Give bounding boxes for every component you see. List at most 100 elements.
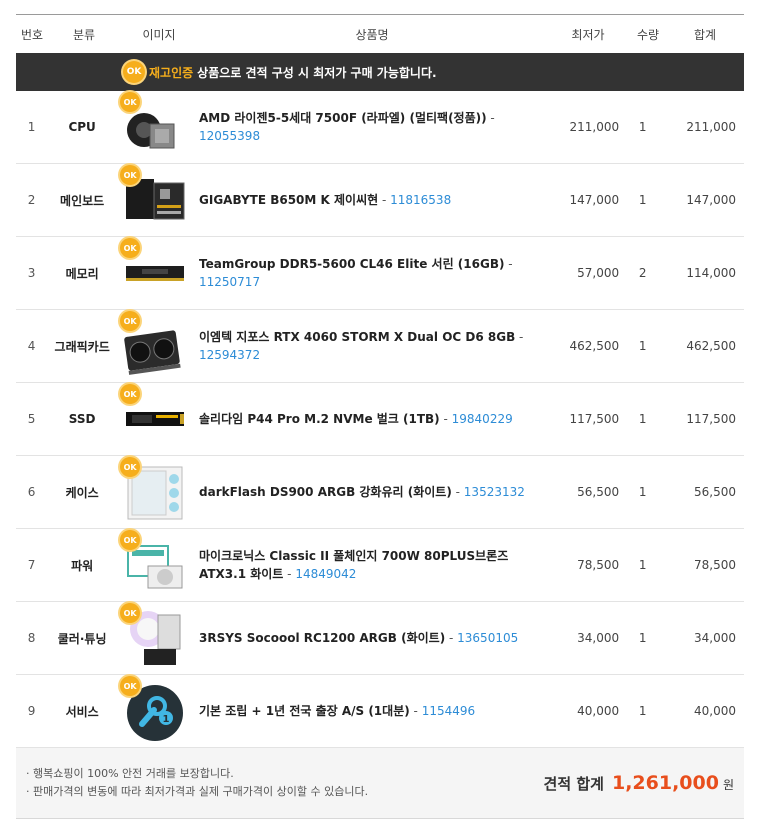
product-code-link[interactable]: 1154496 xyxy=(422,704,475,718)
product-code-link[interactable]: 12594372 xyxy=(199,348,260,362)
row-category: CPU xyxy=(68,120,96,134)
row-lowest-price: 56,500 xyxy=(577,485,620,499)
row-sum: 40,000 xyxy=(694,704,736,718)
product-code-link[interactable]: 12055398 xyxy=(199,129,260,143)
row-image-cell[interactable]: OK xyxy=(117,165,193,231)
footer-notes: · 행복쇼핑이 100% 안전 거래를 보장합니다. · 판매가격의 변동에 따… xyxy=(26,765,368,801)
row-sum: 78,500 xyxy=(694,558,736,572)
row-sum: 34,000 xyxy=(694,631,736,645)
table-row: 2 메인보드 OK GIGABYTE B650M K 제이씨현 - 11816538 1… xyxy=(16,164,744,237)
product-code-link[interactable]: 14849042 xyxy=(295,567,356,581)
code-separator: - xyxy=(283,567,296,581)
row-no: 5 xyxy=(27,412,36,426)
row-no: 8 xyxy=(27,631,36,645)
product-name-link[interactable]: 솔리다임 P44 Pro M.2 NVMe 벌크 (1TB) xyxy=(199,412,440,426)
product-code-link[interactable]: 13650105 xyxy=(457,631,518,645)
cooler-product-icon[interactable]: OK xyxy=(120,603,186,669)
header-category: 분류 xyxy=(72,27,96,42)
row-image-cell[interactable]: OK xyxy=(117,384,193,450)
code-separator: - xyxy=(378,193,391,207)
row-image-cell[interactable]: OK xyxy=(117,92,193,158)
row-lowest-price: 462,500 xyxy=(569,339,620,353)
product-name-link[interactable]: TeamGroup DDR5-5600 CL46 Elite 서린 (16GB) xyxy=(199,257,504,271)
case-product-icon[interactable]: OK xyxy=(120,457,186,523)
product-name-link[interactable]: AMD 라이젠5-5세대 7500F (라파엘) (멀티팩(정품)) xyxy=(199,111,487,125)
total-unit: 원 xyxy=(722,778,734,792)
row-category: 메모리 xyxy=(65,266,99,281)
row-product-name-cell: 이엠텍 지포스 RTX 4060 STORM X Dual OC D6 8GB … xyxy=(193,328,537,364)
row-quantity: 1 xyxy=(638,558,647,572)
banner-text: 상품으로 견적 구성 시 최저가 구매 가능합니다. xyxy=(197,65,437,80)
ok-badge-icon: OK xyxy=(120,92,141,112)
ok-badge-icon: OK xyxy=(123,61,145,83)
row-image-cell[interactable]: OK xyxy=(117,530,193,596)
row-no: 1 xyxy=(27,120,36,134)
product-name-link[interactable]: 이엠텍 지포스 RTX 4060 STORM X Dual OC D6 8GB xyxy=(199,330,515,344)
ok-badge-icon: OK xyxy=(120,676,141,696)
ok-badge-icon: OK xyxy=(120,603,141,623)
graphics-card-product-icon[interactable]: OK xyxy=(120,311,186,377)
row-product-name-cell: 마이크로닉스 Classic II 풀체인지 700W 80PLUS브론즈 AT… xyxy=(193,547,537,583)
product-code-link[interactable]: 11816538 xyxy=(390,193,451,207)
row-lowest-price: 34,000 xyxy=(577,631,620,645)
row-no: 3 xyxy=(27,266,36,280)
row-sum: 147,000 xyxy=(686,193,736,207)
row-lowest-price: 147,000 xyxy=(569,193,620,207)
table-row: 7 파워 OK 마이크로닉스 Classic II 풀체인지 700W 80PLUS브… xyxy=(16,529,744,602)
row-quantity: 1 xyxy=(638,412,647,426)
table-row: 8 쿨러·튜닝 OK 3RSYS Socoool RC1200 ARGB (화이트) … xyxy=(16,602,744,675)
power-supply-product-icon[interactable]: OK xyxy=(120,530,186,596)
row-quantity: 1 xyxy=(638,704,647,718)
ok-badge-icon: OK xyxy=(120,165,141,185)
row-product-name-cell: AMD 라이젠5-5세대 7500F (라파엘) (멀티팩(정품)) - 120… xyxy=(193,109,537,145)
row-no: 9 xyxy=(27,704,36,718)
product-code-link[interactable]: 13523132 xyxy=(464,485,525,499)
table-row: 5 SSD OK 솔리다임 P44 Pro M.2 NVMe 벌크 (1TB) - 1… xyxy=(16,383,744,456)
row-image-cell[interactable]: OK xyxy=(117,238,193,304)
banner-highlight: 재고인증 xyxy=(149,65,194,80)
row-category: 쿨러·튜닝 xyxy=(57,631,107,646)
memory-product-icon[interactable]: OK xyxy=(120,238,186,304)
row-image-cell[interactable]: OK xyxy=(117,457,193,523)
product-code-link[interactable]: 19840229 xyxy=(452,412,513,426)
row-lowest-price: 78,500 xyxy=(577,558,620,572)
row-image-cell[interactable]: OK xyxy=(117,311,193,377)
table-row: 1 CPU OK AMD 라이젠5-5세대 7500F (라파엘) (멀티팩(정품))… xyxy=(16,91,744,164)
row-category: 메인보드 xyxy=(60,193,105,208)
product-name-link[interactable]: darkFlash DS900 ARGB 강화유리 (화이트) xyxy=(199,485,452,499)
row-category: 케이스 xyxy=(65,485,99,500)
code-separator: - xyxy=(439,412,452,426)
product-name-link[interactable]: 3RSYS Socoool RC1200 ARGB (화이트) xyxy=(199,631,445,645)
row-quantity: 2 xyxy=(638,266,647,280)
row-quantity: 1 xyxy=(638,193,647,207)
product-name-link[interactable]: GIGABYTE B650M K 제이씨현 xyxy=(199,193,378,207)
row-quantity: 1 xyxy=(638,631,647,645)
ok-badge-icon: OK xyxy=(120,311,141,331)
row-quantity: 1 xyxy=(638,339,647,353)
ok-badge-icon: OK xyxy=(120,530,141,550)
header-quantity: 수량 xyxy=(636,27,660,42)
row-product-name-cell: TeamGroup DDR5-5600 CL46 Elite 서린 (16GB)… xyxy=(193,255,537,291)
row-product-name-cell: darkFlash DS900 ARGB 강화유리 (화이트) - 135231… xyxy=(193,483,537,501)
table-header: 번호 분류 이미지 상품명 최저가 수량 합계 xyxy=(16,15,744,53)
cpu-product-icon[interactable]: OK xyxy=(120,92,186,158)
row-product-name-cell: 기본 조립 + 1년 전국 출장 A/S (1대분) - 1154496 xyxy=(193,702,537,720)
table-row: 9 서비스 OK 1 기본 조립 + 1년 전국 출장 A/S (1대분) - 1154… xyxy=(16,675,744,748)
row-product-name-cell: GIGABYTE B650M K 제이씨현 - 11816538 xyxy=(193,191,537,209)
code-separator: - xyxy=(486,111,495,125)
row-quantity: 1 xyxy=(638,120,647,134)
row-lowest-price: 40,000 xyxy=(577,704,620,718)
code-separator: - xyxy=(515,330,524,344)
motherboard-product-icon[interactable]: OK xyxy=(120,165,186,231)
row-no: 6 xyxy=(27,485,36,499)
ok-badge-icon: OK xyxy=(120,238,141,258)
code-separator: - xyxy=(504,257,513,271)
ssd-product-icon[interactable]: OK xyxy=(120,384,186,450)
product-code-link[interactable]: 11250717 xyxy=(199,275,260,289)
product-name-link[interactable]: 기본 조립 + 1년 전국 출장 A/S (1대분) xyxy=(199,704,410,718)
row-image-cell[interactable]: OK 1 xyxy=(117,676,193,742)
service-wrench-icon[interactable]: OK 1 xyxy=(120,676,186,742)
row-image-cell[interactable]: OK xyxy=(117,603,193,669)
table-row: 6 케이스 OK darkFlash DS900 ARGB 강화유리 (화이트) - … xyxy=(16,456,744,529)
total-label: 견적 합계 xyxy=(543,775,604,793)
